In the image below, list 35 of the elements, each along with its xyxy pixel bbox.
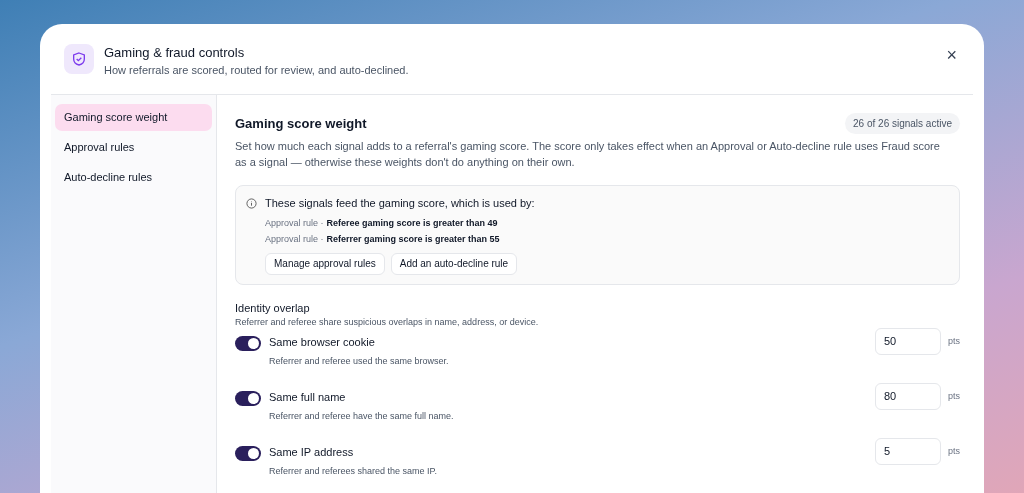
dialog-title: Gaming & fraud controls bbox=[104, 44, 246, 62]
points-unit: pts bbox=[948, 334, 960, 348]
notice-text: These signals feed the gaming score, which is used by: bbox=[265, 196, 535, 211]
rule-type: Approval rule · bbox=[265, 216, 324, 230]
toggle-switch[interactable] bbox=[235, 445, 261, 461]
sidebar-item[interactable]: Auto-decline rules bbox=[55, 164, 212, 191]
close-button[interactable]: × bbox=[946, 46, 957, 64]
signal-name: Same browser cookie bbox=[269, 334, 376, 350]
points-unit: pts bbox=[948, 389, 960, 403]
info-icon bbox=[246, 197, 257, 209]
points-field[interactable]: 80 bbox=[875, 382, 941, 410]
group-description: Referrer and referee share suspicious overlaps in name, address, or device. bbox=[235, 316, 540, 329]
signal-name: Same full name bbox=[269, 389, 347, 405]
rule-condition: Referee gaming score is greater than 49 bbox=[326, 216, 498, 230]
points-field[interactable]: 50 bbox=[875, 327, 941, 355]
rule-button[interactable]: Manage approval rules bbox=[265, 252, 385, 275]
points-unit: pts bbox=[948, 444, 960, 458]
points-field[interactable]: 5 bbox=[875, 437, 941, 465]
group-title: Identity overlap bbox=[235, 300, 311, 316]
sidebar-item[interactable]: Gaming score weight bbox=[55, 104, 212, 131]
signal-description: Referrer and referees shared the same IP. bbox=[269, 464, 438, 478]
signals-count: 26 of 26 signals active bbox=[845, 113, 960, 134]
rule-button[interactable]: Add an auto-decline rule bbox=[390, 252, 518, 275]
signal-description: Referrer and referee used the same browser. bbox=[269, 354, 450, 368]
section-description: Set how much each signal adds to a referral's gaming score. The score only takes effect when an Approval or Auto-decline rule uses Fraud score as a signal — otherwise these weights don't do anything on their own. bbox=[235, 139, 941, 170]
shield-icon bbox=[64, 44, 94, 74]
sidebar-item[interactable]: Approval rules bbox=[55, 134, 212, 161]
rule-type: Approval rule · bbox=[265, 232, 324, 246]
rule-condition: Referrer gaming score is greater than 55 bbox=[326, 232, 500, 246]
toggle-switch[interactable] bbox=[235, 390, 261, 406]
signal-description: Referrer and referee have the same full name. bbox=[269, 409, 455, 423]
toggle-switch[interactable] bbox=[235, 335, 261, 351]
section-title: Gaming score weight bbox=[235, 114, 367, 133]
signal-name: Same IP address bbox=[269, 444, 355, 460]
dialog-subtitle: How referrals are scored, routed for review, and auto-declined. bbox=[104, 63, 410, 78]
